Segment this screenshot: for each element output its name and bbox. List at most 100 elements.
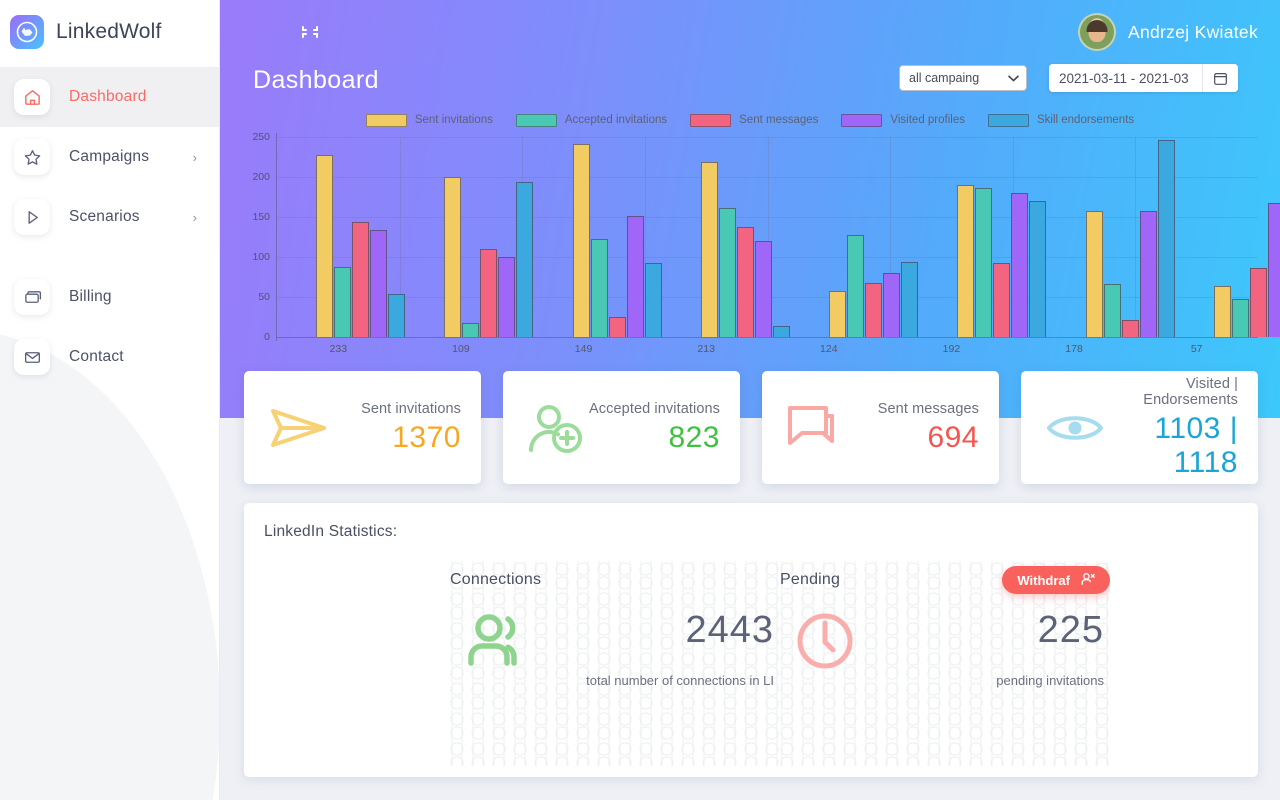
chart-bar[interactable] <box>736 226 754 337</box>
chart-bar[interactable] <box>957 185 975 337</box>
x-axis-labels: 233 109 149 213 124 192 178 57 <box>277 343 1258 355</box>
chart-bar-group <box>533 137 662 337</box>
app-root: LinkedWolf Dashboard Campaigns › Scenari… <box>0 0 1280 800</box>
legend-swatch <box>515 113 557 127</box>
stat-card-label: Sent invitations <box>361 400 461 417</box>
legend-item[interactable]: Sent messages <box>690 113 818 127</box>
chart-bar[interactable] <box>718 208 736 337</box>
chart-bar[interactable] <box>700 161 718 337</box>
legend-item[interactable]: Visited profiles <box>841 113 965 127</box>
stat-card-visited-endorsements[interactable]: Visited | Endorsements 1103 | 1118 <box>1021 371 1258 484</box>
sidebar-item-scenarios[interactable]: Scenarios › <box>0 187 219 247</box>
y-axis-tick: 250 <box>252 131 270 143</box>
legend-item[interactable]: Sent invitations <box>365 113 493 127</box>
chart-bar[interactable] <box>1231 299 1249 337</box>
chart-bar[interactable] <box>572 144 590 337</box>
stat-card-value: 823 <box>668 420 720 454</box>
main-content: Andrzej Kwiatek Dashboard all campaing 2… <box>220 0 1280 800</box>
legend-label: Accepted invitations <box>564 114 668 126</box>
chart-bar[interactable] <box>1267 203 1280 337</box>
chart-bar[interactable] <box>772 325 790 337</box>
x-axis-label: 178 <box>1065 343 1083 355</box>
stat-cards: Sent invitations 1370 Accepted invitatio… <box>244 371 1258 484</box>
stat-card-sent-messages[interactable]: Sent messages 694 <box>762 371 999 484</box>
chart-bar[interactable] <box>352 221 370 337</box>
x-axis-label: 233 <box>329 343 348 355</box>
chart-bar[interactable] <box>498 257 516 337</box>
chart-bar[interactable] <box>608 317 626 337</box>
chart-plot-area: 0 50 100 150 200 250 233 109 149 213 124 192 178 57 <box>242 131 1280 367</box>
chart-bar[interactable] <box>590 238 608 337</box>
chevron-right-icon[interactable]: › <box>193 151 197 164</box>
stat-card-sent-invitations[interactable]: Sent invitations 1370 <box>244 371 481 484</box>
x-axis-label: 109 <box>452 343 470 355</box>
chart-bar[interactable] <box>370 229 388 337</box>
chart-bar[interactable] <box>829 290 847 337</box>
linkedin-box-pending: Pending Withdraf 225 pending invitations <box>780 561 1110 766</box>
bar-chart: Sent invitations Accepted invitations Sent… <box>220 109 1280 367</box>
chart-bar-groups <box>277 137 1280 337</box>
clock-icon <box>796 611 856 676</box>
hamburger-menu-icon[interactable] <box>250 27 272 37</box>
chart-bar[interactable] <box>1121 320 1139 337</box>
date-range-input[interactable] <box>1049 64 1202 92</box>
chart-bar[interactable] <box>444 177 462 337</box>
sidebar-item-dashboard[interactable]: Dashboard <box>0 67 219 127</box>
chart-bar[interactable] <box>1249 268 1267 337</box>
chart-bar[interactable] <box>993 262 1011 337</box>
chart-bar[interactable] <box>901 261 919 337</box>
collapse-fullscreen-icon[interactable] <box>300 22 320 42</box>
legend-item[interactable]: Skill endorsements <box>987 113 1134 127</box>
chart-bar[interactable] <box>388 293 406 337</box>
chart-bar[interactable] <box>847 234 865 337</box>
stat-card-label: Sent messages <box>877 400 979 417</box>
x-axis-label: 213 <box>697 343 715 355</box>
user-remove-icon <box>1081 572 1095 589</box>
chart-bar-group <box>662 137 790 337</box>
chart-bar[interactable] <box>1011 193 1029 337</box>
chart-bar[interactable] <box>1139 210 1157 337</box>
x-axis-label: 124 <box>820 343 838 355</box>
chart-bar[interactable] <box>1213 285 1231 337</box>
chart-bar[interactable] <box>1085 210 1103 337</box>
date-range-picker[interactable] <box>1049 64 1238 92</box>
legend-swatch <box>690 113 732 127</box>
chart-bar[interactable] <box>334 267 352 337</box>
chart-bar[interactable] <box>316 155 334 337</box>
chart-bar-group <box>918 137 1047 337</box>
chart-bar[interactable] <box>1103 284 1121 337</box>
sidebar-item-label: Campaigns <box>69 148 150 165</box>
chart-bar[interactable] <box>1029 201 1047 337</box>
avatar <box>1078 13 1117 51</box>
sidebar-item-campaigns[interactable]: Campaigns › <box>0 127 219 187</box>
sidebar-item-label: Dashboard <box>69 88 147 105</box>
chart-bar[interactable] <box>626 216 644 337</box>
stat-card-text: Accepted invitations 823 <box>589 401 720 455</box>
chart-bar[interactable] <box>462 322 480 337</box>
chart-bar[interactable] <box>480 249 498 337</box>
chart-bar[interactable] <box>883 273 901 337</box>
sidebar-item-billing[interactable]: Billing <box>0 267 219 327</box>
calendar-icon[interactable] <box>1202 64 1238 92</box>
user-menu[interactable]: Andrzej Kwiatek <box>1078 13 1258 51</box>
chart-bar[interactable] <box>1157 140 1175 337</box>
linkedin-box-label: Connections <box>450 571 542 588</box>
stat-card-text: Sent invitations 1370 <box>361 401 461 455</box>
chart-bar[interactable] <box>975 188 993 337</box>
brand[interactable]: LinkedWolf <box>0 0 219 64</box>
y-axis-tick: 150 <box>252 211 270 223</box>
stat-card-accepted-invitations[interactable]: Accepted invitations 823 <box>503 371 740 484</box>
x-axis-label: 192 <box>942 343 961 355</box>
stat-card-value: 694 <box>927 420 979 454</box>
campaign-select[interactable]: all campaing <box>899 65 1027 91</box>
chart-bar[interactable] <box>516 181 534 337</box>
sidebar-item-contact[interactable]: Contact <box>0 327 219 387</box>
chevron-right-icon[interactable]: › <box>193 211 197 224</box>
chart-bar[interactable] <box>754 241 772 337</box>
chart-bar[interactable] <box>865 283 883 337</box>
legend-item[interactable]: Accepted invitations <box>515 113 668 127</box>
linkedin-statistics-title: LinkedIn Statistics: <box>264 523 398 540</box>
topbar: Andrzej Kwiatek <box>220 0 1280 64</box>
chart-bar[interactable] <box>644 262 662 337</box>
withdraw-button[interactable]: Withdraf <box>1002 566 1110 594</box>
